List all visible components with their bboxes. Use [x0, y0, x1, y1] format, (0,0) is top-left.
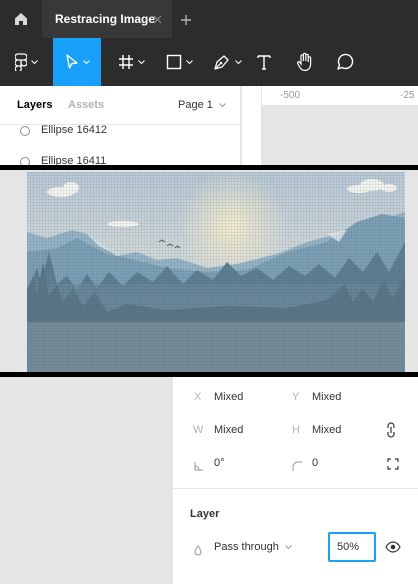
- frame-tool-button[interactable]: [108, 38, 154, 86]
- w-label: W: [193, 424, 204, 436]
- rotation-field[interactable]: 0°: [214, 457, 225, 469]
- title-bar: Restracing Image: [0, 0, 418, 38]
- eye-icon: [385, 541, 401, 553]
- toolbar: [0, 38, 418, 86]
- home-icon: [15, 13, 27, 25]
- width-field[interactable]: Mixed: [214, 424, 243, 436]
- text-tool-button[interactable]: [250, 38, 278, 86]
- plus-icon: [181, 15, 191, 25]
- y-label: Y: [292, 391, 300, 403]
- height-field[interactable]: Mixed: [312, 424, 341, 436]
- independent-corners-button[interactable]: [387, 457, 399, 475]
- constrain-proportions-button[interactable]: [385, 422, 397, 443]
- hand-tool-button[interactable]: [290, 38, 320, 86]
- x-field[interactable]: Mixed: [214, 391, 243, 403]
- corners-icon: [387, 458, 399, 470]
- frame-icon: [118, 55, 133, 69]
- landscape-image[interactable]: [27, 172, 405, 372]
- move-tool-button[interactable]: [53, 38, 101, 86]
- horizontal-ruler: -500 -25: [262, 86, 418, 106]
- rectangle-icon: [166, 54, 181, 70]
- hand-icon: [296, 52, 312, 72]
- layer-row[interactable]: Ellipse 16412: [0, 118, 241, 144]
- h-label: H: [292, 424, 300, 436]
- chevron-down-icon: [185, 59, 193, 64]
- y-field[interactable]: Mixed: [312, 391, 341, 403]
- page-selector-label: Page 1: [178, 99, 213, 111]
- opacity-input[interactable]: 50%: [328, 532, 376, 562]
- cursor-icon: [65, 54, 78, 69]
- properties-panel: X Mixed Y Mixed W Mixed H Mixed 0° 0 Lay…: [172, 377, 418, 584]
- toggle-visibility-button[interactable]: [385, 540, 401, 558]
- layer-name: Ellipse 16412: [41, 124, 108, 136]
- file-tab[interactable]: Restracing Image: [42, 0, 172, 38]
- comment-icon: [337, 53, 354, 70]
- tab-assets[interactable]: Assets: [68, 99, 104, 111]
- chevron-down-icon: [30, 59, 38, 64]
- corner-radius-field[interactable]: 0: [312, 457, 318, 469]
- pen-tool-button[interactable]: [204, 38, 250, 86]
- rotation-icon: [194, 458, 204, 476]
- figma-window: Restracing Image -500 -25 Layers Assets …: [0, 0, 418, 584]
- chevron-down-icon: [82, 59, 90, 64]
- ruler-label: -500: [280, 90, 301, 101]
- vertical-ruler: [242, 86, 262, 166]
- page-selector[interactable]: Page 1: [178, 99, 226, 111]
- layers-panel: Layers Assets Page 1 Ellipse 16412 Ellip…: [0, 86, 241, 167]
- new-tab-button[interactable]: [176, 10, 196, 30]
- chevron-down-icon: [137, 59, 145, 64]
- layer-section-title: Layer: [190, 508, 220, 520]
- figma-logo-icon: [14, 53, 27, 71]
- chevron-down-icon: [234, 59, 242, 64]
- home-button[interactable]: [0, 0, 42, 38]
- close-icon: [153, 15, 161, 23]
- opacity-value: 50%: [337, 541, 360, 553]
- close-tab-button[interactable]: [150, 12, 164, 26]
- shape-tool-button[interactable]: [156, 38, 202, 86]
- canvas-area[interactable]: [0, 377, 172, 584]
- ruler-label: -25: [400, 90, 415, 101]
- comment-tool-button[interactable]: [330, 38, 360, 86]
- file-tab-title: Restracing Image: [55, 12, 156, 26]
- chevron-down-icon: [219, 103, 226, 108]
- blend-mode-label: Pass through: [214, 541, 279, 553]
- blend-mode-dropdown[interactable]: Pass through: [214, 541, 292, 553]
- link-icon: [387, 422, 395, 438]
- x-label: X: [194, 391, 202, 403]
- corner-radius-icon: [292, 458, 302, 476]
- blend-mode-icon: [194, 543, 202, 561]
- chevron-down-icon: [285, 545, 292, 550]
- main-menu-button[interactable]: [0, 38, 52, 86]
- ellipse-icon: [20, 126, 30, 136]
- text-icon: [257, 55, 271, 70]
- section-divider: [173, 488, 418, 489]
- tab-layers[interactable]: Layers: [17, 99, 52, 111]
- landscape-illustration: [27, 172, 405, 372]
- pen-icon: [213, 55, 229, 70]
